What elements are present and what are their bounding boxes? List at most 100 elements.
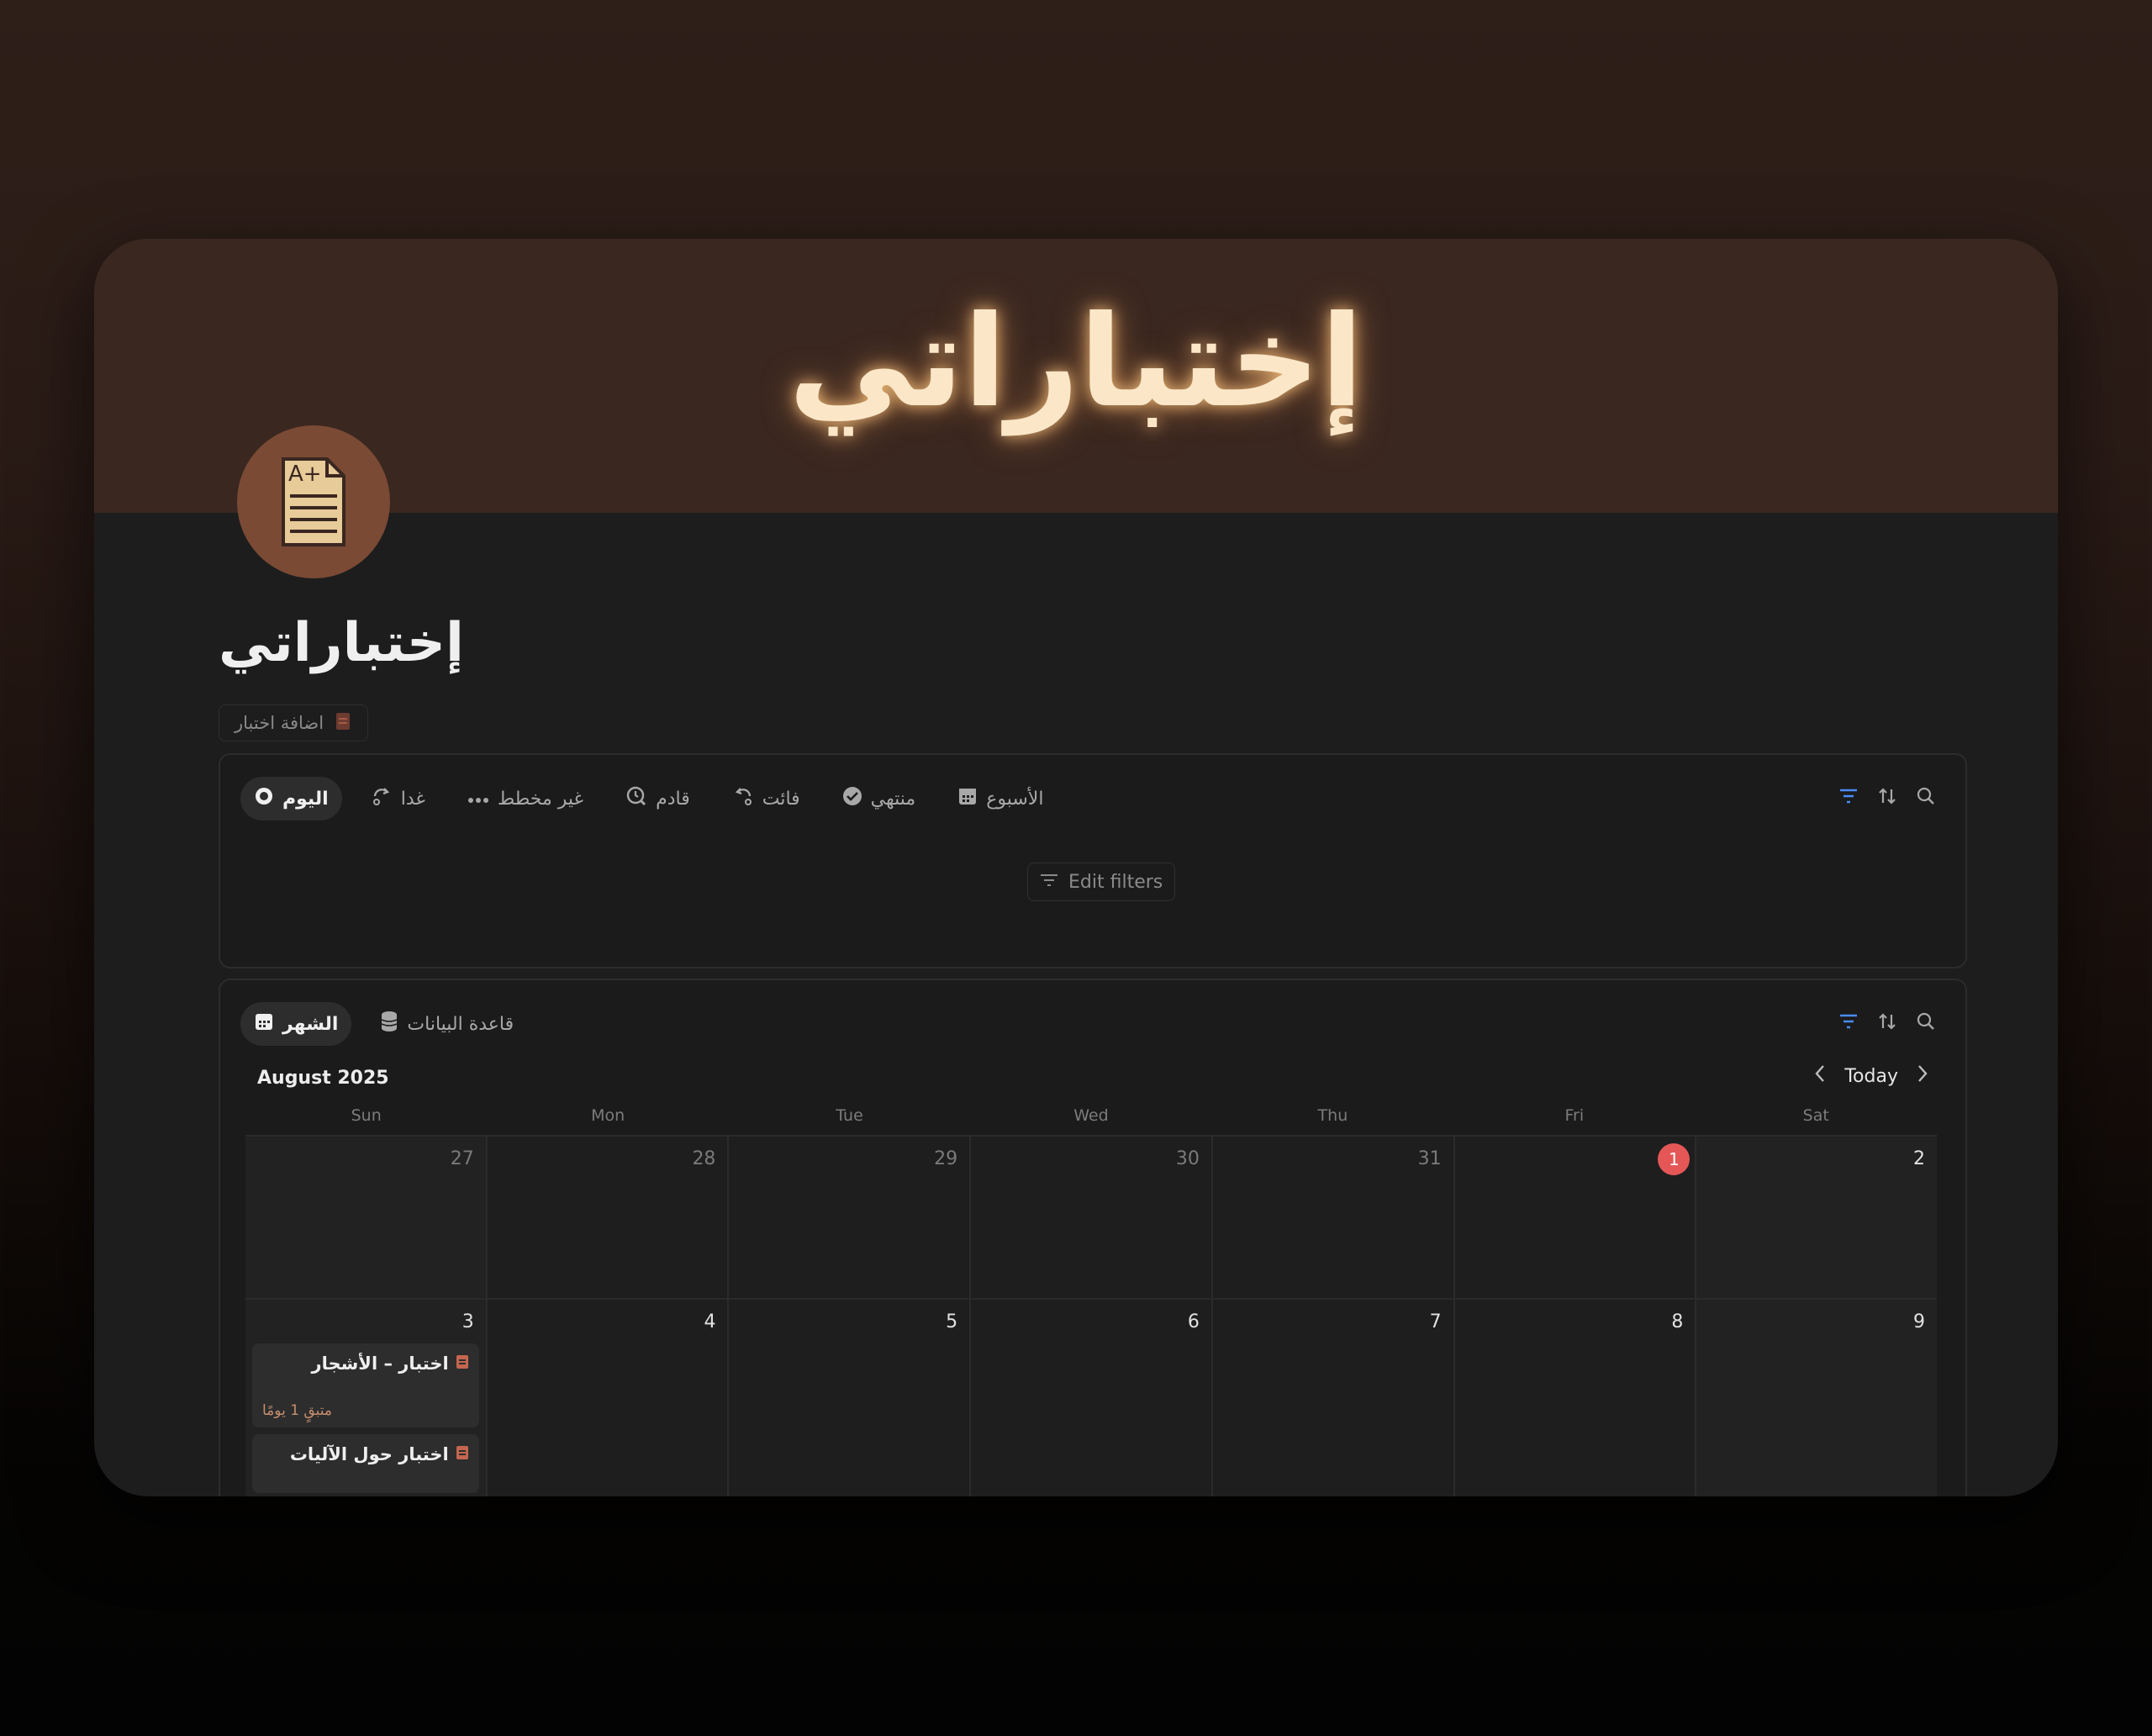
graded-document-icon[interactable]: A+: [237, 425, 390, 578]
calendar-day-cell-today[interactable]: 1: [1453, 1137, 1696, 1298]
clock-search-icon: [625, 785, 647, 812]
check-circle-icon: [842, 786, 862, 811]
tab-database[interactable]: قاعدة البيانات: [367, 1002, 527, 1046]
day-number: 4: [704, 1311, 716, 1332]
search-icon[interactable]: [1917, 1012, 1935, 1034]
calendar-week: 27 28 29 30 31 1 2: [245, 1135, 1938, 1298]
circle-dot-icon: [254, 786, 274, 811]
filter-icon[interactable]: [1839, 788, 1858, 808]
search-icon[interactable]: [1917, 787, 1935, 809]
calendar-grid: Sun Mon Tue Wed Thu Fri Sat 27 28 29 30 …: [245, 1106, 1938, 1496]
filter-icon: [1040, 872, 1058, 893]
page-title: إختباراتي: [219, 612, 464, 674]
calendar-view: الشهر قاعدة البيانات August 2025 Today S…: [219, 979, 1967, 1496]
calendar-day-cell[interactable]: 27: [245, 1137, 486, 1298]
tab-unplanned[interactable]: غير مخطط: [454, 777, 597, 821]
event-remaining-days: متبقٍ 1 يومًا: [262, 1402, 332, 1419]
calendar-tabs: الشهر قاعدة البيانات: [240, 1002, 527, 1046]
tab-tomorrow-label: غدا: [400, 788, 425, 810]
event-title-row: اختبار حول الآليات: [262, 1444, 469, 1464]
tab-database-label: قاعدة البيانات: [407, 1013, 514, 1035]
filter-icon[interactable]: [1839, 1013, 1858, 1033]
calendar-day-cell[interactable]: 2: [1695, 1137, 1938, 1298]
tab-month-label: الشهر: [282, 1013, 339, 1035]
add-test-label: اضافة اختبار: [235, 713, 324, 733]
weekday-label: Fri: [1564, 1106, 1585, 1125]
tab-unplanned-label: غير مخطط: [497, 788, 584, 810]
day-number: 30: [1175, 1148, 1200, 1169]
day-number: 6: [1187, 1311, 1200, 1332]
day-number: 9: [1913, 1311, 1926, 1332]
view-tools: [1839, 787, 1935, 809]
day-number: 27: [450, 1148, 474, 1169]
database-icon: [380, 1010, 398, 1037]
calendar-day-cell[interactable]: 8: [1453, 1300, 1696, 1496]
calendar-icon: [254, 1011, 274, 1037]
calendar-week: 3 اختبار – الأشجار متبقٍ 1 يومًا اختبار …: [245, 1298, 1938, 1496]
calendar-day-cell[interactable]: 9: [1695, 1300, 1938, 1496]
app-window: إختباراتي A+ إختباراتي اضافة اختبار اليو…: [94, 239, 2058, 1496]
chevron-right-icon[interactable]: [1917, 1064, 1928, 1088]
calendar-day-cell[interactable]: 6: [969, 1300, 1211, 1496]
weekday-header: Sun Mon Tue Wed Thu Fri Sat: [245, 1106, 1937, 1135]
edit-filters-label: Edit filters: [1068, 871, 1163, 893]
tab-today-label: اليوم: [282, 788, 329, 810]
icon-grade-text: A+: [288, 462, 322, 487]
page-cover: إختباراتي: [94, 239, 2058, 513]
event-title-row: اختبار – الأشجار: [262, 1353, 469, 1374]
sort-icon[interactable]: [1878, 1012, 1896, 1034]
filter-tabs: اليوم غدا غير مخطط قادم فائت منتهي الأسب…: [240, 777, 1057, 821]
weekday-label: Tue: [836, 1106, 863, 1125]
today-button[interactable]: Today: [1844, 1066, 1898, 1087]
document-icon: [334, 711, 352, 736]
sort-icon[interactable]: [1878, 787, 1896, 809]
tab-week-label: الأسبوع: [986, 788, 1044, 810]
day-number: 5: [946, 1311, 958, 1332]
add-test-button[interactable]: اضافة اختبار: [219, 704, 369, 741]
tab-week[interactable]: الأسبوع: [944, 777, 1057, 821]
day-number: 31: [1417, 1148, 1442, 1169]
filtered-list-view: اليوم غدا غير مخطط قادم فائت منتهي الأسب…: [219, 753, 1967, 968]
chevron-left-icon[interactable]: [1814, 1064, 1826, 1088]
undo-icon: [732, 785, 754, 812]
calendar-event-card[interactable]: اختبار حول الآليات: [252, 1434, 479, 1493]
calendar-day-cell[interactable]: 30: [969, 1137, 1211, 1298]
calendar-day-cell[interactable]: 5: [727, 1300, 970, 1496]
weekday-label: Wed: [1073, 1106, 1109, 1125]
tab-tomorrow[interactable]: غدا: [357, 777, 439, 821]
weekday-label: Mon: [591, 1106, 625, 1125]
document-icon: [456, 1444, 469, 1464]
edit-filters-button[interactable]: Edit filters: [1027, 863, 1176, 901]
calendar-day-cell[interactable]: 29: [727, 1137, 970, 1298]
event-title: اختبار – الأشجار: [311, 1353, 449, 1374]
calendar-day-cell[interactable]: 3 اختبار – الأشجار متبقٍ 1 يومًا اختبار …: [245, 1300, 486, 1496]
day-number: 7: [1429, 1311, 1442, 1332]
day-number: 8: [1671, 1311, 1684, 1332]
calendar-icon: [957, 786, 978, 811]
calendar-day-cell[interactable]: 28: [485, 1137, 728, 1298]
calendar-event-card[interactable]: اختبار – الأشجار متبقٍ 1 يومًا: [252, 1343, 479, 1427]
day-number: 2: [1913, 1148, 1926, 1169]
day-number: 29: [934, 1148, 958, 1169]
weekday-label: Sun: [351, 1106, 382, 1125]
month-label: August 2025: [257, 1068, 389, 1089]
calendar-day-cell[interactable]: 31: [1210, 1137, 1453, 1298]
tab-missed-label: فائت: [762, 788, 800, 810]
ellipsis-icon: [467, 789, 489, 810]
tab-today[interactable]: اليوم: [240, 777, 342, 821]
tab-upcoming[interactable]: قادم: [612, 777, 704, 821]
event-title: اختبار حول الآليات: [289, 1444, 449, 1464]
today-day-number: 1: [1658, 1143, 1690, 1175]
weekday-label: Sat: [1802, 1106, 1829, 1125]
weekday-label: Thu: [1317, 1106, 1348, 1125]
tab-finished[interactable]: منتهي: [829, 777, 930, 821]
tab-finished-label: منتهي: [870, 788, 916, 810]
cover-title: إختباراتي: [788, 289, 1364, 435]
document-icon: [456, 1353, 469, 1374]
calendar-day-cell[interactable]: 7: [1210, 1300, 1453, 1496]
tab-missed[interactable]: فائت: [719, 777, 814, 821]
tab-month[interactable]: الشهر: [240, 1002, 352, 1046]
day-number: 3: [462, 1311, 474, 1332]
tab-upcoming-label: قادم: [656, 788, 690, 810]
calendar-day-cell[interactable]: 4: [485, 1300, 728, 1496]
